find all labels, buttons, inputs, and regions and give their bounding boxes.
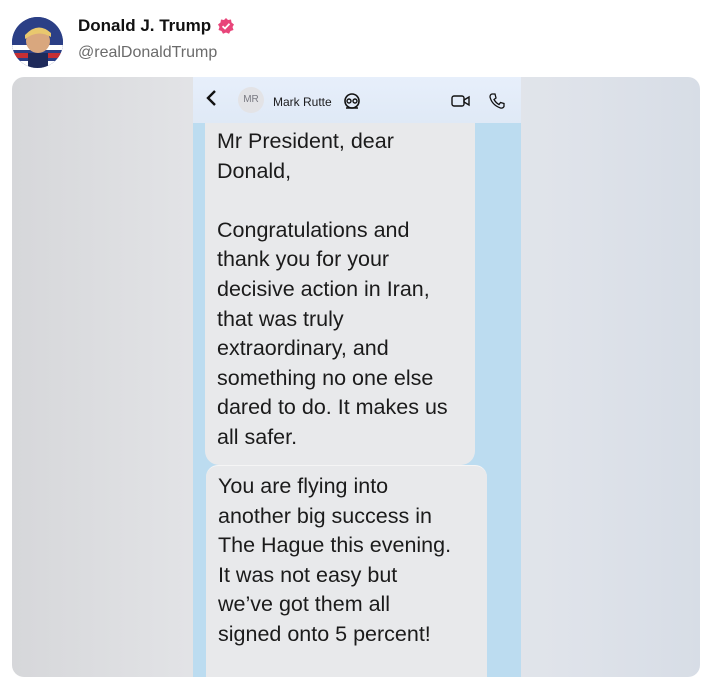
message-screenshot: MR Mark Rutte Mr President, dear Donald,… bbox=[193, 77, 521, 677]
message-bubble: Mr President, dear Donald, Congratulatio… bbox=[205, 123, 475, 465]
hidden-contact-icon bbox=[342, 93, 362, 111]
phone-call-icon bbox=[488, 92, 506, 110]
chat-top-bar: MR Mark Rutte bbox=[193, 77, 521, 123]
verified-badge-icon bbox=[217, 17, 235, 35]
post-image[interactable]: MR Mark Rutte Mr President, dear Donald,… bbox=[12, 77, 700, 677]
profile-photo-icon[interactable] bbox=[12, 17, 63, 68]
back-chevron-icon bbox=[204, 88, 220, 108]
video-call-icon bbox=[451, 94, 471, 108]
contact-avatar: MR bbox=[238, 87, 264, 113]
contact-name: Mark Rutte bbox=[273, 95, 332, 109]
message-bubble: You are flying into another big success … bbox=[206, 465, 487, 677]
author-name[interactable]: Donald J. Trump bbox=[78, 16, 211, 36]
author-handle[interactable]: @realDonaldTrump bbox=[78, 44, 217, 62]
post-header: Donald J. Trump @realDonaldTrump bbox=[0, 0, 720, 76]
